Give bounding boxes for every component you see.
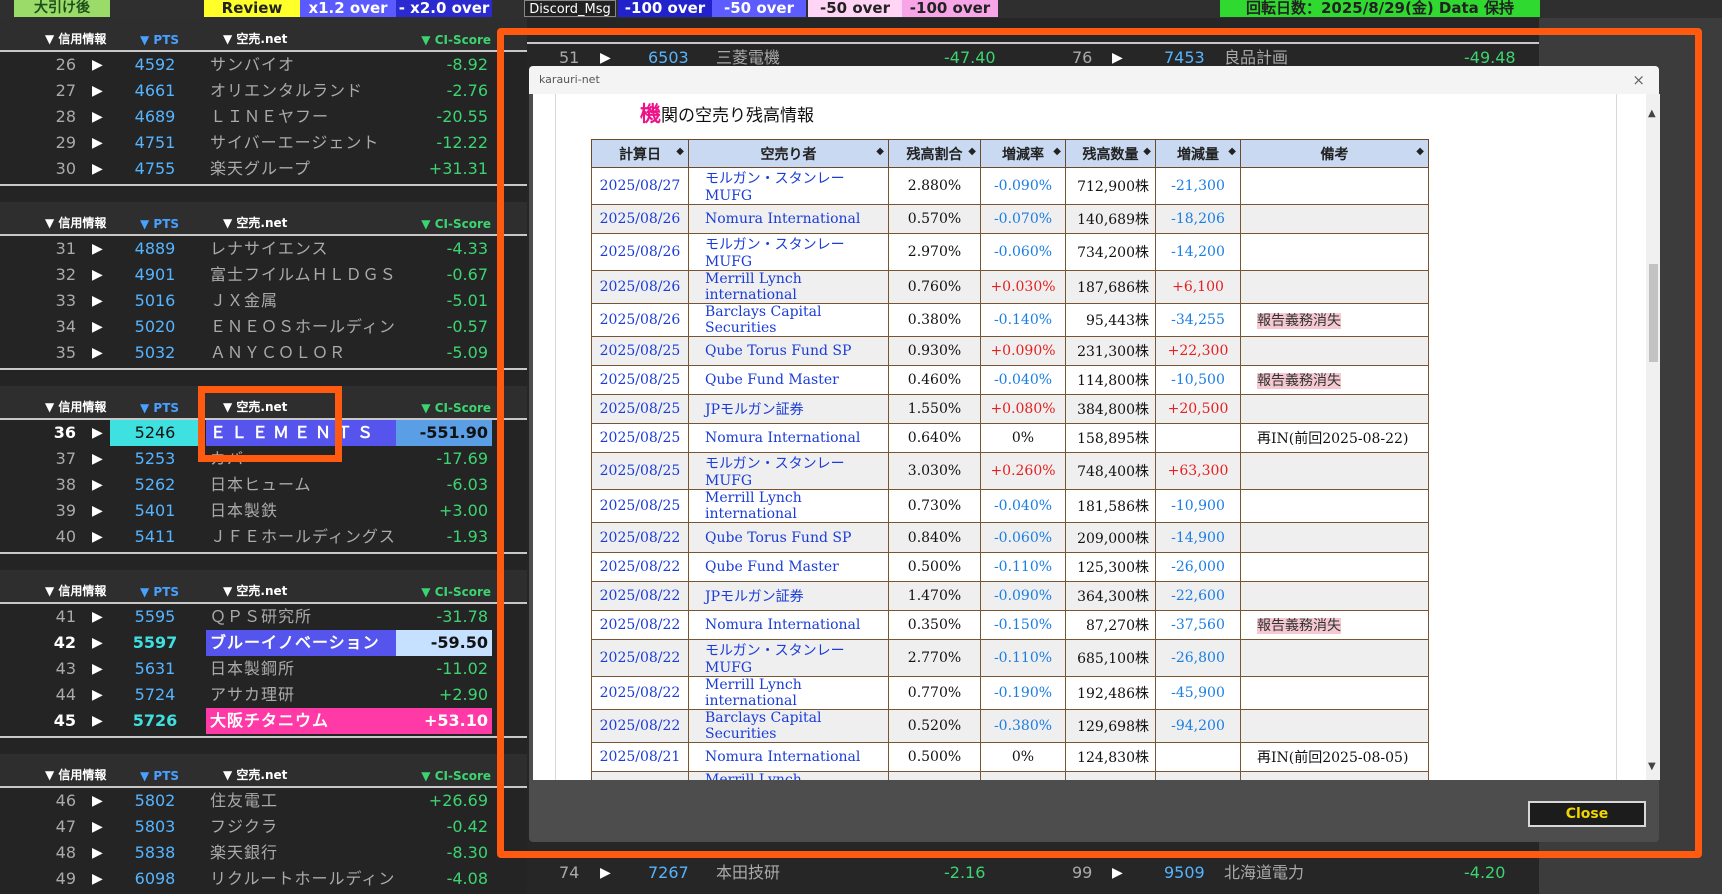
play-icon[interactable]: ▶: [92, 52, 103, 78]
play-icon[interactable]: ▶: [92, 656, 103, 682]
stock-row[interactable]: 29 ▶ 4751 サイバーエージェント -12.22: [0, 130, 527, 156]
stock-row[interactable]: 43 ▶ 5631 日本製鋼所 -11.02: [0, 656, 527, 682]
play-icon[interactable]: ▶: [92, 236, 103, 262]
stock-row[interactable]: 40 ▶ 5411 ＪＦＥホールディングス -1.93: [0, 524, 527, 550]
stock-row[interactable]: 48 ▶ 5838 楽天銀行 -8.30: [0, 840, 527, 866]
stock-group-2: ▼ 信用情報 ▼ PTS ▼ 空売.net ▼ CI-Score 31 ▶ 4889…: [0, 202, 527, 370]
stock-group-4: ▼ 信用情報 ▼ PTS ▼ 空売.net ▼ CI-Score 41 ▶ 5595…: [0, 570, 527, 738]
play-icon[interactable]: ▶: [92, 340, 103, 366]
stock-row[interactable]: 34 ▶ 5020 ＥＮＥＯＳホールディング -0.57: [0, 314, 527, 340]
top-toolbar: 大引け後 Review x1.2 over - x2.0 over Discor…: [0, 0, 1722, 18]
karauri-header[interactable]: ▼ 空売.net: [223, 582, 287, 599]
stock-row[interactable]: 49 ▶ 6098 リクルートホールディング -4.08: [0, 866, 527, 892]
highlight-box: [198, 386, 342, 462]
play-icon[interactable]: ▶: [92, 708, 103, 734]
group-header: ▼ 信用情報 ▼ PTS ▼ 空売.net ▼ CI-Score: [0, 202, 527, 236]
after-close-label: 大引け後: [14, 0, 110, 17]
minus50-over-pink-button[interactable]: -50 over: [808, 0, 902, 17]
play-icon[interactable]: ▶: [92, 498, 103, 524]
credit-info-header[interactable]: ▼ 信用情報: [45, 30, 106, 47]
ci-score-header[interactable]: ▼ CI-Score: [421, 585, 491, 599]
play-icon[interactable]: ▶: [92, 814, 103, 840]
play-icon[interactable]: ▶: [92, 156, 103, 182]
minus50-over-button[interactable]: -50 over: [712, 0, 806, 17]
minus100-over-button[interactable]: -100 over: [618, 0, 712, 17]
stock-row[interactable]: 41 ▶ 5595 ＱＰＳ研究所 -31.78: [0, 604, 527, 630]
stock-group-1: ▼ 信用情報 ▼ PTS ▼ 空売.net ▼ CI-Score 26 ▶ 4592…: [0, 18, 527, 186]
play-icon[interactable]: ▶: [92, 524, 103, 550]
ci-score-header[interactable]: ▼ CI-Score: [421, 217, 491, 231]
stock-row-highlighted[interactable]: 45 ▶ 5726 大阪チタニウム +53.10: [0, 708, 527, 734]
stock-row[interactable]: 47 ▶ 5803 フジクラ -0.42: [0, 814, 527, 840]
stock-row[interactable]: 30 ▶ 4755 楽天グループ +31.31: [0, 156, 527, 182]
pts-header[interactable]: ▼ PTS: [140, 585, 179, 599]
stock-row[interactable]: 32 ▶ 4901 富士フイルムＨＬＤＧＳ -0.67: [0, 262, 527, 288]
group-header: ▼ 信用情報 ▼ PTS ▼ 空売.net ▼ CI-Score: [0, 570, 527, 604]
stock-group-5: ▼ 信用情報 ▼ PTS ▼ 空売.net ▼ CI-Score 46 ▶ 5802…: [0, 754, 527, 892]
stock-row[interactable]: 39 ▶ 5401 日本製鉄 +3.00: [0, 498, 527, 524]
pts-header[interactable]: ▼ PTS: [140, 401, 179, 415]
stock-row[interactable]: 38 ▶ 5262 日本ヒューム -6.03: [0, 472, 527, 498]
karauri-header[interactable]: ▼ 空売.net: [223, 30, 287, 47]
discord-msg-label: Discord_Msg: [524, 0, 616, 17]
x12-over-button[interactable]: x1.2 over: [300, 0, 396, 17]
karauri-header[interactable]: ▼ 空売.net: [223, 214, 287, 231]
ci-score-header[interactable]: ▼ CI-Score: [421, 33, 491, 47]
stock-row[interactable]: 31 ▶ 4889 レナサイエンス -4.33: [0, 236, 527, 262]
play-icon[interactable]: ▶: [92, 262, 103, 288]
group-header: ▼ 信用情報 ▼ PTS ▼ 空売.net ▼ CI-Score: [0, 18, 527, 52]
group-header: ▼ 信用情報 ▼ PTS ▼ 空売.net ▼ CI-Score: [0, 754, 527, 788]
play-icon[interactable]: ▶: [92, 78, 103, 104]
rotation-days-label: 回転日数：2025/8/29(金) Data 保持: [1220, 0, 1540, 17]
stock-row[interactable]: 33 ▶ 5016 ＪＸ金属 -5.01: [0, 288, 527, 314]
play-icon[interactable]: ▶: [92, 130, 103, 156]
stock-row[interactable]: 44 ▶ 5724 アサカ理研 +2.90: [0, 682, 527, 708]
karauri-header[interactable]: ▼ 空売.net: [223, 766, 287, 783]
credit-info-header[interactable]: ▼ 信用情報: [45, 766, 106, 783]
stock-row[interactable]: 27 ▶ 4661 オリエンタルランド -2.76: [0, 78, 527, 104]
play-icon[interactable]: ▶: [92, 682, 103, 708]
ci-score-header[interactable]: ▼ CI-Score: [421, 401, 491, 415]
ci-score-header[interactable]: ▼ CI-Score: [421, 769, 491, 783]
pts-header[interactable]: ▼ PTS: [140, 33, 179, 47]
play-icon[interactable]: ▶: [92, 866, 103, 892]
stock-row[interactable]: 28 ▶ 4689 ＬＩＮＥヤフー -20.55: [0, 104, 527, 130]
stock-row[interactable]: 26 ▶ 4592 サンバイオ -8.92: [0, 52, 527, 78]
play-icon[interactable]: ▶: [92, 420, 103, 446]
pts-header[interactable]: ▼ PTS: [140, 769, 179, 783]
play-icon[interactable]: ▶: [92, 472, 103, 498]
credit-info-header[interactable]: ▼ 信用情報: [45, 214, 106, 231]
credit-info-header[interactable]: ▼ 信用情報: [45, 582, 106, 599]
play-icon[interactable]: ▶: [92, 288, 103, 314]
play-icon[interactable]: ▶: [92, 788, 103, 814]
stock-row-highlighted[interactable]: 42 ▶ 5597 ブルーイノベーション -59.50: [0, 630, 527, 656]
review-button[interactable]: Review: [204, 0, 300, 17]
play-icon[interactable]: ▶: [92, 104, 103, 130]
stock-row[interactable]: 46 ▶ 5802 住友電工 +26.69: [0, 788, 527, 814]
pts-header[interactable]: ▼ PTS: [140, 217, 179, 231]
x20-over-button[interactable]: - x2.0 over: [396, 0, 492, 17]
middle-row-bottom[interactable]: 74 ▶ 7267 本田技研 -2.16 99 ▶ 9509 北海道電力 -4.…: [524, 860, 1539, 886]
play-icon[interactable]: ▶: [92, 314, 103, 340]
stock-row[interactable]: 35 ▶ 5032 ＡＮＹＣＯＬＯＲ -5.09: [0, 340, 527, 366]
credit-info-header[interactable]: ▼ 信用情報: [45, 398, 106, 415]
play-icon[interactable]: ▶: [92, 840, 103, 866]
highlight-frame: [497, 28, 1702, 858]
play-icon[interactable]: ▶: [92, 446, 103, 472]
minus100-over-pink-button[interactable]: -100 over: [902, 0, 998, 17]
play-icon[interactable]: ▶: [92, 604, 103, 630]
play-icon[interactable]: ▶: [92, 630, 103, 656]
